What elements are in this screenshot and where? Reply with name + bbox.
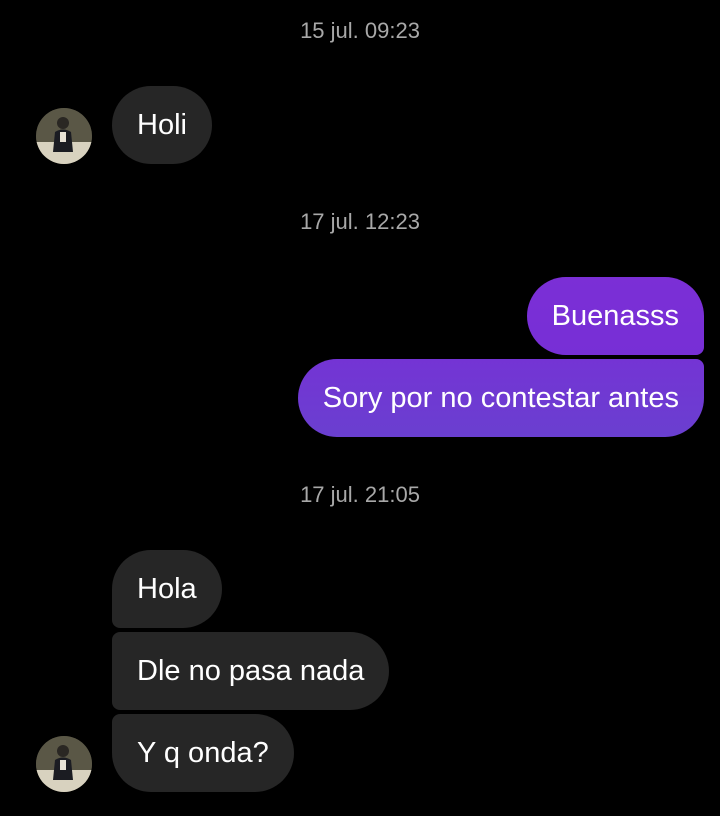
profile-photo-icon — [36, 108, 92, 164]
message-text: Hola — [137, 572, 197, 605]
message-text: Y q onda? — [137, 736, 269, 769]
contact-avatar[interactable] — [36, 108, 92, 164]
timestamp-divider: 15 jul. 09:23 — [300, 18, 420, 43]
message-text: Sory por no contestar antes — [322, 381, 679, 414]
profile-photo-icon — [36, 736, 92, 792]
message-bubble-incoming[interactable]: Dle no pasa nada — [112, 632, 390, 710]
message-bubble-incoming[interactable]: Hola — [112, 550, 222, 628]
message-text: Dle no pasa nada — [137, 654, 365, 687]
message-text: Holi — [137, 108, 187, 141]
contact-avatar[interactable] — [36, 736, 92, 792]
timestamp-divider: 17 jul. 12:23 — [300, 209, 420, 234]
message-bubble-incoming[interactable]: Y q onda? — [112, 714, 294, 792]
message-bubble-incoming[interactable]: Holi — [112, 86, 212, 164]
message-bubble-outgoing[interactable]: Buenasss — [526, 277, 704, 355]
message-bubble-outgoing[interactable]: Sory por no contestar antes — [297, 359, 704, 437]
timestamp-divider: 17 jul. 21:05 — [300, 482, 420, 507]
message-text: Buenasss — [551, 299, 679, 332]
